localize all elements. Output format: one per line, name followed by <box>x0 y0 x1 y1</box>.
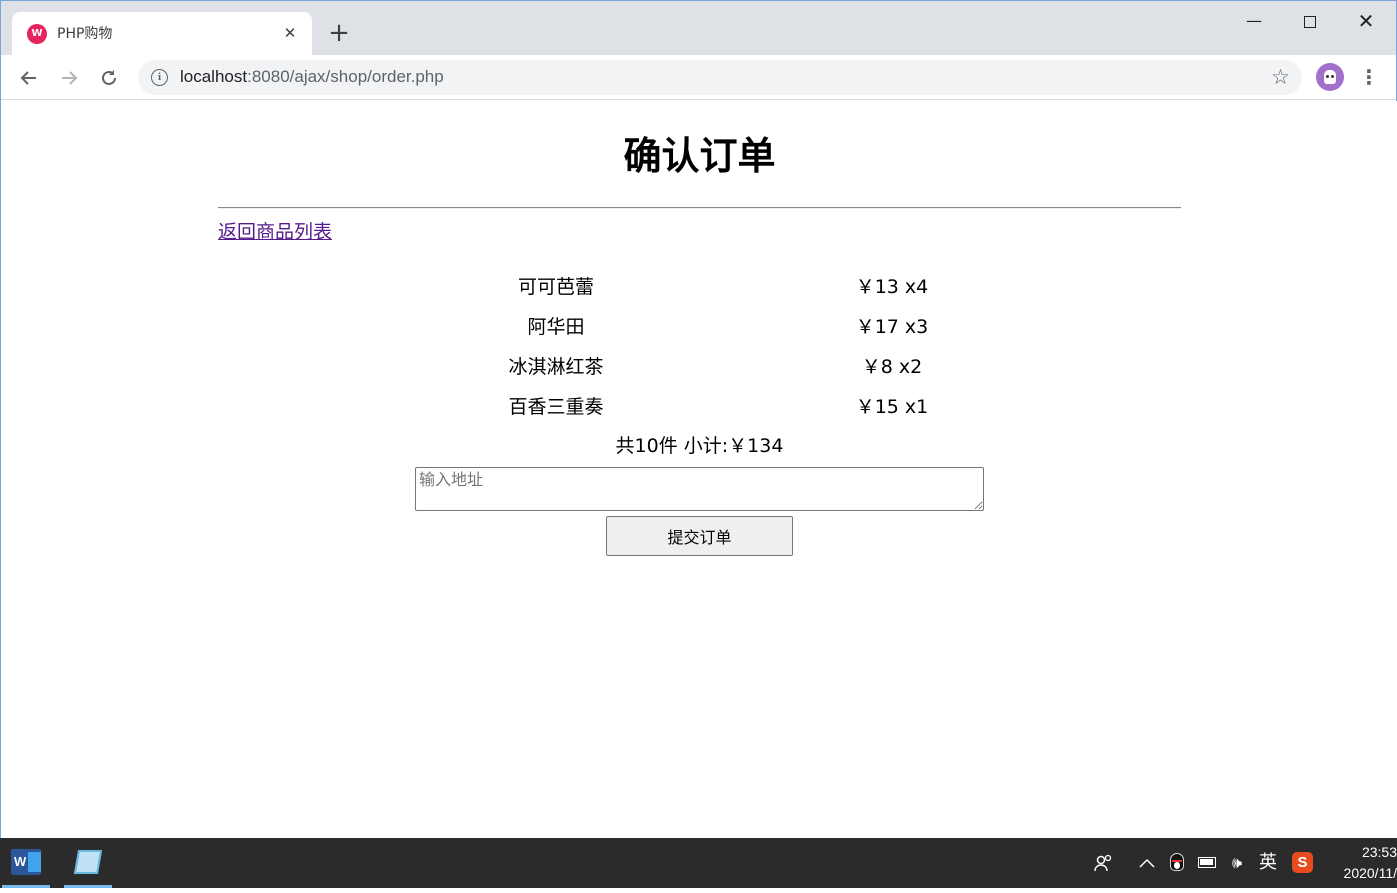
order-item-row: 阿华田 ￥17 x3 <box>2 314 1397 340</box>
url-text[interactable]: localhost:8080/ajax/shop/order.php <box>180 67 444 87</box>
order-item-row: 百香三重奏 ￥15 x1 <box>2 394 1397 420</box>
order-item-row: 冰淇淋红茶 ￥8 x2 <box>2 354 1397 380</box>
system-clock[interactable]: 23:53 2020/11/ <box>1322 842 1397 884</box>
item-name: 冰淇淋红茶 <box>508 356 604 378</box>
sogou-input-icon[interactable]: S <box>1290 838 1314 888</box>
volume-icon[interactable]: 🕪 <box>1224 838 1250 888</box>
back-button[interactable] <box>14 63 44 93</box>
tab-close-icon[interactable]: ✕ <box>280 23 300 43</box>
people-icon[interactable] <box>1089 838 1117 888</box>
word-page <box>28 852 41 872</box>
profile-avatar[interactable] <box>1316 63 1344 91</box>
browser-window: W PHP购物 ✕ + — ✕ i localhost:8080/ajax/sh… <box>0 0 1397 839</box>
url-host: localhost <box>180 67 248 86</box>
taskbar-notes[interactable] <box>62 838 114 888</box>
back-to-list-link[interactable]: 返回商品列表 <box>218 219 332 245</box>
chevron-up-glyph <box>1139 858 1155 868</box>
close-window-button[interactable]: ✕ <box>1338 7 1394 35</box>
item-name: 可可芭蕾 <box>517 276 594 298</box>
ime-indicator[interactable]: 英 <box>1256 838 1280 888</box>
qq-icon[interactable] <box>1166 838 1188 888</box>
wamp-favicon-icon: W <box>27 24 47 44</box>
maximize-icon <box>1304 15 1316 28</box>
word-letter: W <box>14 854 27 869</box>
submit-order-button[interactable]: 提交订单 <box>606 516 793 556</box>
qq-penguin <box>1170 853 1184 871</box>
page-title: 确认订单 <box>623 134 776 178</box>
reload-button[interactable] <box>94 63 124 93</box>
windows-taskbar: W 🕪 英 S 23:53 2020/11/ <box>0 838 1397 888</box>
word-icon: W <box>11 849 41 875</box>
order-summary: 共10件 小计:￥134 <box>615 435 784 457</box>
more-vertical-icon[interactable]: ⋮ <box>1359 63 1379 91</box>
sogou-logo: S <box>1292 852 1313 873</box>
arrow-left-icon <box>20 71 36 85</box>
avatar-face-icon <box>1324 70 1336 84</box>
tab-title: PHP购物 <box>57 26 113 42</box>
avatar-eye <box>1326 75 1329 78</box>
qq-belly <box>1174 862 1180 869</box>
item-price-qty: ￥13 x4 <box>855 276 929 298</box>
item-name: 阿华田 <box>527 316 585 338</box>
battery-icon[interactable] <box>1196 838 1220 888</box>
bookmark-star-icon[interactable]: ☆ <box>1271 65 1290 89</box>
url-path: :8080/ajax/shop/order.php <box>247 67 444 86</box>
address-bar[interactable]: i localhost:8080/ajax/shop/order.php ☆ <box>138 60 1302 95</box>
new-tab-button[interactable]: + <box>327 20 351 46</box>
battery-frame <box>1198 857 1216 868</box>
maximize-button[interactable] <box>1282 7 1338 35</box>
tab-php-shop[interactable]: W PHP购物 ✕ <box>12 12 312 55</box>
clock-time: 23:53 <box>1361 844 1397 860</box>
order-page: 确认订单 返回商品列表 可可芭蕾 ￥13 x4 阿华田 ￥17 x3 冰淇淋红茶… <box>2 101 1397 839</box>
item-price-qty: ￥15 x1 <box>855 396 929 418</box>
minimize-button[interactable]: — <box>1226 7 1282 35</box>
address-input[interactable] <box>415 467 984 511</box>
browser-toolbar: i localhost:8080/ajax/shop/order.php ☆ ⋮ <box>1 55 1396 100</box>
item-price-qty: ￥17 x3 <box>855 316 929 338</box>
order-item-row: 可可芭蕾 ￥13 x4 <box>2 274 1397 300</box>
avatar-eye <box>1331 75 1334 78</box>
info-icon[interactable]: i <box>151 69 168 86</box>
clock-date: 2020/11/ <box>1343 865 1397 881</box>
divider <box>218 207 1181 209</box>
reload-icon <box>102 70 116 85</box>
battery-fill <box>1200 859 1213 865</box>
show-hidden-icons-chevron-up-icon[interactable] <box>1136 838 1158 888</box>
arrow-right-icon <box>62 71 78 85</box>
item-name: 百香三重奏 <box>508 396 604 418</box>
notepad-icon <box>73 850 103 874</box>
forward-button[interactable] <box>54 63 84 93</box>
item-price-qty: ￥8 x2 <box>861 356 923 378</box>
taskbar-word[interactable]: W <box>0 838 52 888</box>
people-glyph <box>1094 854 1112 872</box>
tab-strip: W PHP购物 ✕ + — ✕ <box>1 1 1396 55</box>
qq-scarf <box>1172 860 1182 862</box>
